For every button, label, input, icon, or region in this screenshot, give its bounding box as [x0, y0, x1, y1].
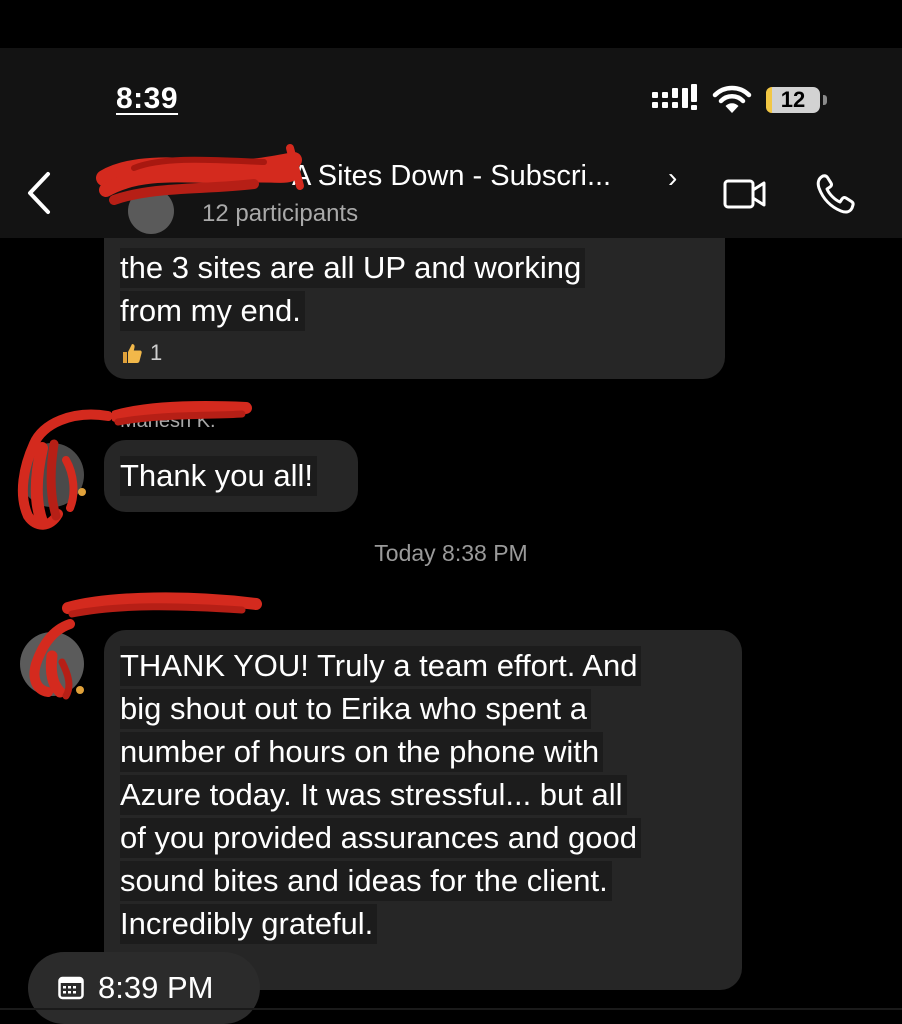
message-text: Thank you all! — [120, 454, 317, 497]
redaction-scribble — [62, 592, 262, 618]
message-line: big shout out to Erika who spent a — [120, 689, 592, 729]
reaction-count: 1 — [150, 340, 163, 365]
video-call-icon[interactable] — [722, 176, 768, 212]
phone-call-icon[interactable] — [814, 172, 856, 216]
group-avatar[interactable] — [128, 188, 174, 234]
wifi-icon — [712, 85, 752, 113]
message-line: Thank you all! — [120, 456, 317, 496]
message-line: sound bites and ideas for the client. — [120, 861, 612, 901]
cellular-signal-icon — [652, 84, 697, 110]
message-line: number of hours on the phone with — [120, 732, 604, 772]
message-line: from my end. — [120, 291, 305, 331]
avatar[interactable] — [20, 443, 84, 507]
battery-nub — [823, 95, 827, 105]
battery-indicator: 12 — [766, 87, 820, 113]
calendar-icon — [58, 976, 84, 1000]
thumbs-up-icon — [123, 344, 142, 363]
message-line: Azure today. It was stressful... but all — [120, 775, 627, 815]
message-line: Incredibly grateful. — [120, 904, 378, 944]
time-pill-label: 8:39 PM — [98, 970, 214, 1005]
participant-count[interactable]: 12 participants — [202, 200, 358, 228]
divider — [0, 1008, 902, 1010]
chat-title-chevron[interactable]: › — [668, 162, 677, 194]
sender-name: Mahesh K. — [120, 410, 216, 432]
top-band — [0, 0, 902, 48]
battery-level: 12 — [780, 87, 806, 112]
avatar[interactable] — [20, 632, 84, 696]
message-text: the 3 sites are all UP and working from … — [120, 246, 720, 332]
status-time: 8:39 — [116, 82, 179, 115]
reaction-badge[interactable]: 1 — [120, 340, 162, 366]
back-chevron-icon[interactable] — [22, 170, 56, 216]
chat-screen: 8:39 12 A Sites Down - Subscri... › 12 p… — [0, 0, 902, 1024]
timestamp-divider: Today 8:38 PM — [374, 540, 528, 566]
time-pill[interactable]: 8:39 PM — [28, 952, 260, 1024]
chat-title[interactable]: A Sites Down - Subscri... — [292, 160, 611, 193]
message-text: THANK YOU! Truly a team effort. And big … — [120, 644, 740, 945]
message-line: of you provided assurances and good — [120, 818, 642, 858]
message-line: THANK YOU! Truly a team effort. And — [120, 646, 642, 686]
message-line: the 3 sites are all UP and working — [120, 248, 586, 288]
